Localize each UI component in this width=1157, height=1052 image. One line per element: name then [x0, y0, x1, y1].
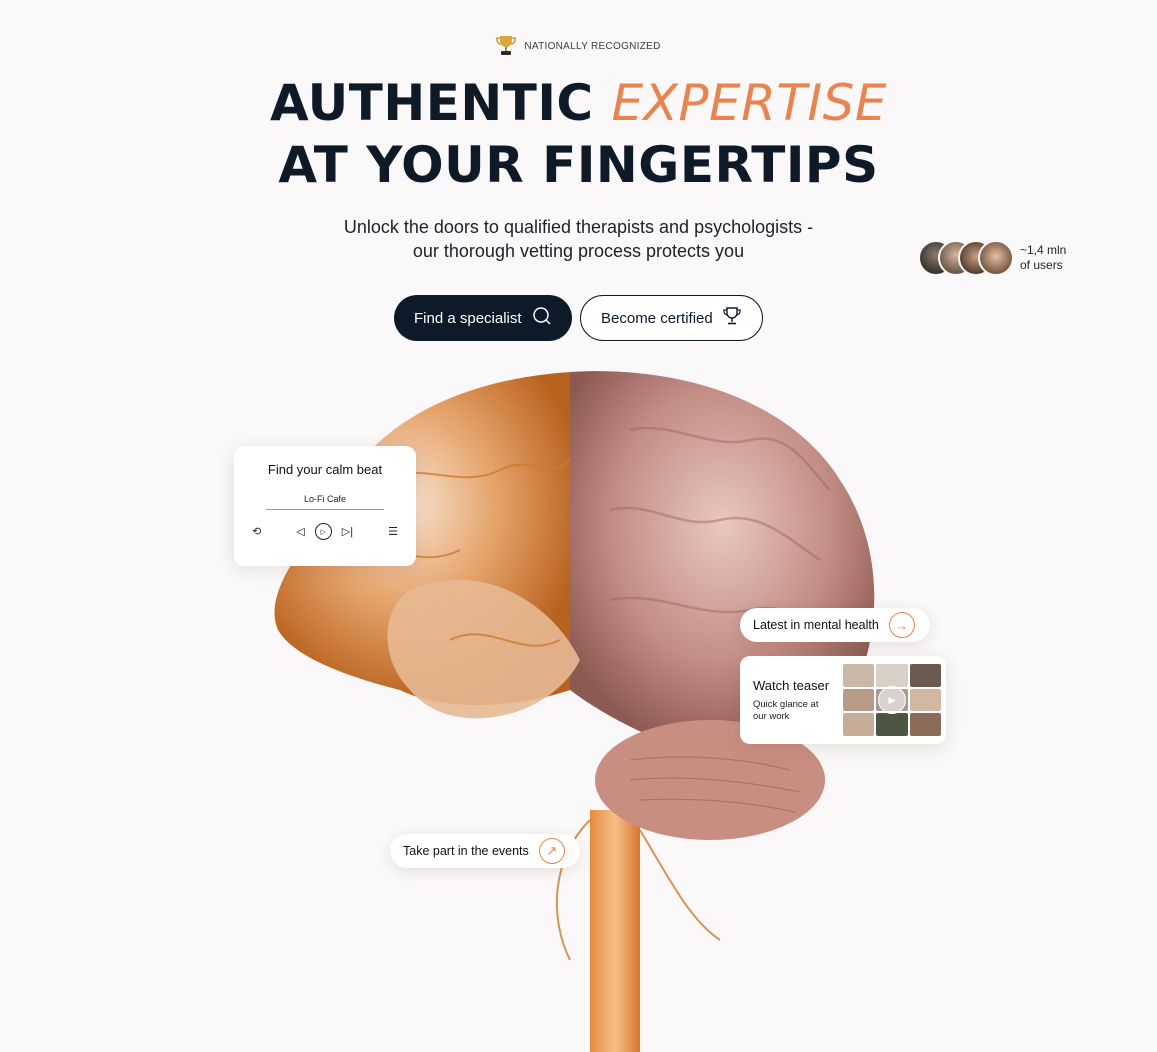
trophy-icon [496, 34, 516, 59]
user-count-value: ~1,4 mln [1020, 243, 1067, 257]
find-specialist-label: Find a specialist [414, 309, 522, 327]
events-label: Take part in the events [403, 844, 529, 858]
music-card-title: Find your calm beat [267, 462, 383, 477]
trophy-icon [723, 306, 741, 330]
headline-line1: AUTHENTIC EXPERTISE [0, 72, 1157, 134]
play-icon[interactable]: ▶ [878, 686, 906, 714]
user-count-label: of users [1020, 258, 1063, 272]
latest-news-link[interactable]: Latest in mental health → [740, 608, 930, 642]
search-icon [532, 306, 552, 330]
watch-teaser-card[interactable]: Watch teaser Quick glance at our work ▶ [740, 656, 946, 744]
music-player-card: Find your calm beat Lo-Fi Cafe ⟲ ◁ ▷ ▷| … [234, 446, 416, 566]
previous-icon[interactable]: ◁ [296, 525, 304, 538]
latest-news-label: Latest in mental health [753, 618, 879, 632]
track-progress-bar[interactable] [266, 509, 384, 510]
play-icon[interactable]: ▷ [314, 523, 332, 540]
teaser-subtitle: Quick glance at our work [753, 699, 819, 722]
teaser-thumbnail [843, 713, 875, 736]
teaser-thumbnail [909, 688, 941, 712]
player-controls: ⟲ ◁ ▷ ▷| ☰ [246, 523, 404, 540]
next-icon[interactable]: ▷| [342, 525, 353, 538]
repeat-icon[interactable]: ⟲ [252, 525, 261, 538]
brain-stem [590, 810, 640, 1052]
cta-buttons: Find a specialist Become certified [0, 295, 1157, 341]
arrow-right-icon: → [888, 612, 915, 638]
subtitle-line2: our thorough vetting process protects yo… [412, 241, 745, 261]
playlist-icon[interactable]: ☰ [388, 525, 398, 538]
avatar-stack [918, 240, 1014, 276]
recognition-badge: NATIONALLY RECOGNIZED [0, 34, 1157, 59]
teaser-thumbnail [843, 688, 875, 712]
user-count-text: ~1,4 mln of users [1020, 243, 1066, 273]
badge-text: NATIONALLY RECOGNIZED [524, 41, 661, 52]
avatar [978, 240, 1014, 276]
arrow-up-right-icon: ↗ [538, 838, 565, 864]
subtitle-line1: Unlock the doors to qualified therapists… [343, 217, 814, 237]
headline-accent: EXPERTISE [611, 74, 887, 132]
become-certified-button[interactable]: Become certified [580, 295, 763, 341]
events-link[interactable]: Take part in the events ↗ [390, 834, 580, 868]
hero-subtitle: Unlock the doors to qualified therapists… [290, 215, 867, 263]
track-name: Lo-Fi Cafe [303, 494, 347, 504]
headline-plain: AUTHENTIC [270, 74, 594, 132]
become-certified-label: Become certified [601, 309, 713, 327]
teaser-thumbnail [876, 713, 908, 736]
hero-headline: AUTHENTIC EXPERTISE AT YOUR FINGERTIPS [0, 72, 1157, 196]
headline-line2: AT YOUR FINGERTIPS [278, 136, 879, 194]
teaser-thumbnail [843, 664, 875, 687]
teaser-thumbnail [909, 713, 941, 736]
user-count: ~1,4 mln of users [918, 240, 1066, 276]
teaser-thumbnail [876, 664, 908, 687]
teaser-thumbnail [909, 664, 941, 687]
find-specialist-button[interactable]: Find a specialist [394, 295, 572, 341]
